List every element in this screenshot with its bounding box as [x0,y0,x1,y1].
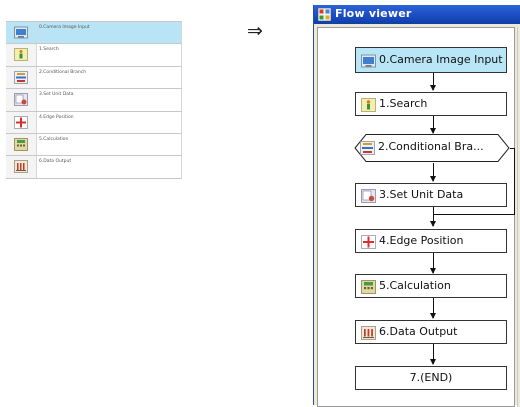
flow-connector-arrow [430,73,436,91]
branch-loop-line [433,214,515,215]
flow-node-search[interactable]: 1.Search [355,92,507,116]
flow-node-conditional-branch[interactable]: 2.Conditional Bra... [355,137,505,159]
flow-connector-arrow [430,163,436,182]
unit-row-data-output[interactable]: 6.Data Output [6,156,182,179]
row-icon-cell [6,156,37,178]
flow-node-data-output[interactable]: 6.Data Output [355,320,507,344]
row-icon-cell [6,22,37,44]
unit-row-label: 1.Search [39,47,59,53]
unit-row-label: 0.Camera Image Input [39,25,90,30]
unit-row-label: 5.Calculation [39,136,69,142]
edge-position-icon [14,115,28,129]
unit-row-search[interactable]: 1.Search [6,44,182,67]
flow-node-edge-position[interactable]: 4.Edge Position [355,229,507,253]
window-title: Flow viewer [335,7,412,20]
flow-node-label: 5.Calculation [379,279,451,292]
flow-node-label: 1.Search [379,97,428,110]
row-icon-cell [6,89,37,111]
unit-row-camera-image-input[interactable]: 0.Camera Image Input [6,22,182,45]
flow-canvas[interactable] [317,27,515,407]
data-output-icon [14,160,28,174]
row-icon-cell [6,44,37,66]
branch-loop-line [514,148,515,214]
flow-node-end[interactable]: 7.(END) [355,366,507,390]
flow-connector-arrow [430,253,436,274]
unit-list: 0.Camera Image Input 1.Search 2.Conditio… [6,21,182,179]
flow-node-camera-image-input[interactable]: 0.Camera Image Input [355,47,507,73]
data-output-icon [361,326,376,340]
search-unit-icon [14,48,28,62]
search-unit-icon [361,98,376,112]
flow-connector-arrow [430,344,436,365]
row-icon-cell [6,133,37,156]
camera-icon [361,54,376,68]
calculation-icon [14,138,28,151]
flow-connector-arrow [430,207,436,227]
edge-position-icon [361,235,376,249]
flow-connector-arrow [430,116,436,134]
flow-node-calculation[interactable]: 5.Calculation [355,274,507,298]
set-data-icon [14,93,28,107]
flow-node-label: 0.Camera Image Input [379,53,503,66]
title-bar[interactable]: Flow viewer [314,5,520,24]
row-icon-cell [6,111,37,133]
unit-row-label: 3.Set Unit Data [39,92,74,98]
set-data-icon [361,189,376,203]
branch-icon [360,141,375,155]
camera-icon [14,26,28,39]
flow-node-label: 7.(END) [409,371,453,384]
flow-node-label: 6.Data Output [379,325,458,338]
branch-icon [14,70,28,84]
flow-node-label: 3.Set Unit Data [379,188,464,201]
flow-node-set-unit-data[interactable]: 3.Set Unit Data [355,183,507,207]
unit-row-label: 4.Edge Position [39,114,74,120]
unit-row-calculation[interactable]: 5.Calculation [6,133,182,157]
calculation-icon [361,280,376,294]
transform-arrow: ⇒ [247,20,263,42]
flow-connector-arrow [430,298,436,319]
row-icon-cell [6,66,37,89]
unit-row-conditional-branch[interactable]: 2.Conditional Branch [6,66,182,90]
unit-row-edge-position[interactable]: 4.Edge Position [6,111,182,134]
unit-row-label: 2.Conditional Branch [39,69,87,75]
flow-viewer-app-icon [318,8,331,21]
flow-node-label: 4.Edge Position [379,234,464,247]
flow-node-label: 2.Conditional Bra... [378,140,484,153]
unit-row-set-unit-data[interactable]: 3.Set Unit Data [6,89,182,112]
unit-row-label: 6.Data Output [39,159,72,165]
